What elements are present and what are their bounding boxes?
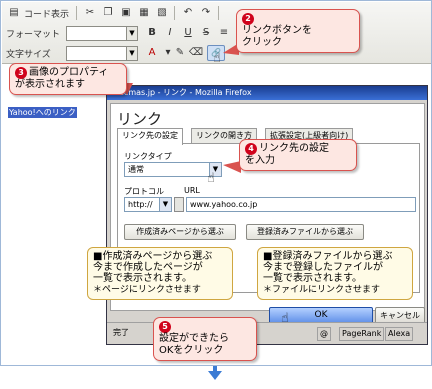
link-type-label: リンクタイプ [124, 152, 172, 161]
choose-file-button[interactable]: 登録済みファイルから選ぶ [246, 224, 364, 240]
font-size-select[interactable]: ▼ [66, 46, 138, 61]
toolbar-row-1: ▤ コード表示 ✂ ❐ ▣ ▦ ▧ ↶ ↷ [4, 3, 430, 23]
format-label: フォーマット [6, 30, 61, 40]
addon-icon[interactable]: @ [317, 327, 331, 341]
bold-icon[interactable]: B [144, 25, 160, 41]
protocol-label: プロトコル [124, 187, 164, 196]
toolbar-divider [218, 6, 219, 20]
strike-icon[interactable]: S̶ [198, 25, 214, 41]
note-choose-file: ■登録済みファイルから選ぶ 今まで登録したファイルが 一覧で表示されます。 ＊フ… [257, 247, 413, 300]
callout-step-5: 5 設定ができたら OKをクリック [153, 317, 257, 361]
code-view-button[interactable]: コード表示 [24, 7, 69, 20]
editor-frame: ▤ コード表示 ✂ ❐ ▣ ▦ ▧ ↶ ↷ フォーマット ▼ B I U S̶ … [0, 0, 432, 366]
chevron-down-icon: ▼ [126, 27, 137, 40]
callout-line: リンクボタンを [242, 25, 312, 36]
window-title-bar: ecmas.jp - リンク - Mozilla Firefox [107, 86, 427, 100]
hand-cursor-icon: ☝ [281, 311, 289, 326]
callout-line: が表示されます [15, 79, 85, 90]
note-line: 一覧で表示されます。 [93, 273, 192, 284]
selected-link-text[interactable]: Yahoo!へのリンク [8, 107, 77, 118]
italic-icon[interactable]: I [162, 25, 178, 41]
note-line: ＊ページにリンクさせます [93, 285, 201, 295]
window-title: ecmas.jp - リンク - Mozilla Firefox [119, 88, 252, 97]
paste-icon[interactable]: ▣ [118, 5, 134, 21]
redo-icon[interactable]: ↷ [198, 5, 214, 21]
hand-cursor-icon: ☝ [213, 51, 221, 66]
url-input[interactable]: www.yahoo.co.jp [186, 197, 416, 212]
callout-step-2: 2 リンクボタンを クリック [236, 9, 360, 53]
chevron-down-icon: ▼ [126, 47, 137, 60]
url-label: URL [184, 186, 200, 195]
toolbar-row-2: フォーマット ▼ B I U S̶ ≡ [4, 23, 430, 43]
note-line: ■登録済みファイルから選ぶ [263, 251, 393, 262]
choose-page-button[interactable]: 作成済みページから選ぶ [124, 224, 236, 240]
eraser-icon[interactable]: ⌫ [188, 45, 204, 61]
status-text: 完了 [113, 328, 129, 337]
pagerank-label: PageRank [339, 327, 385, 341]
step-number-badge: 2 [242, 13, 254, 25]
highlight-icon[interactable]: ✎ [172, 45, 188, 61]
source-icon[interactable]: ▤ [6, 5, 22, 21]
callout-step-3: 3 画像のプロパティ が表示されます [9, 63, 127, 95]
paste-text-icon[interactable]: ▦ [136, 5, 152, 21]
undo-icon[interactable]: ↶ [180, 5, 196, 21]
alexa-label: Alexa [385, 327, 414, 341]
note-choose-page: ■作成済みページから選ぶ 今まで作成したページが 一覧で表示されます。 ＊ページ… [87, 247, 233, 300]
step-number-badge: 4 [245, 143, 257, 155]
note-line: 今まで登録したファイルが [263, 262, 383, 273]
callout-line: を入力 [245, 155, 275, 166]
protocol-value: http:// [128, 200, 153, 209]
step-number-badge: 3 [15, 67, 27, 79]
callout-step-4: 4 リンク先の設定 を入力 [239, 139, 357, 171]
toolbar-divider [76, 6, 77, 20]
toolbar-divider [174, 6, 175, 20]
link-type-value: 通常 [128, 165, 144, 174]
url-picker-button[interactable] [174, 197, 184, 212]
dialog-title: リンク [117, 110, 163, 128]
note-line: 一覧で表示されます。 [263, 273, 362, 284]
align-left-icon[interactable]: ≡ [216, 25, 232, 41]
callout-line: 画像のプロパティ [29, 67, 109, 78]
font-size-label: 文字サイズ [6, 50, 51, 60]
callout-line: クリック [242, 37, 282, 48]
down-arrow-icon [208, 371, 222, 380]
format-select[interactable]: ▼ [66, 26, 138, 41]
note-line: ■作成済みページから選ぶ [93, 251, 213, 262]
cut-icon[interactable]: ✂ [82, 5, 98, 21]
underline-icon[interactable]: U [180, 25, 196, 41]
note-line: ＊ファイルにリンクさせます [263, 285, 381, 295]
callout-line: 設定ができたら [159, 333, 229, 344]
copy-icon[interactable]: ❐ [100, 5, 116, 21]
link-dialog-window: ecmas.jp - リンク - Mozilla Firefox リンク リンク… [106, 85, 428, 345]
hand-cursor-icon: ☝ [207, 171, 215, 186]
callout-line: OKをクリック [159, 345, 224, 356]
protocol-select[interactable]: http:// ▼ [124, 197, 172, 212]
chevron-down-icon: ▼ [159, 198, 171, 211]
note-line: 今まで作成したページが [93, 262, 203, 273]
step-number-badge: 5 [159, 321, 171, 333]
paste-word-icon[interactable]: ▧ [154, 5, 170, 21]
callout-line: リンク先の設定 [259, 143, 329, 154]
text-color-icon[interactable]: A [144, 45, 160, 61]
tab-link-target[interactable]: リンク先の設定 [117, 128, 183, 145]
